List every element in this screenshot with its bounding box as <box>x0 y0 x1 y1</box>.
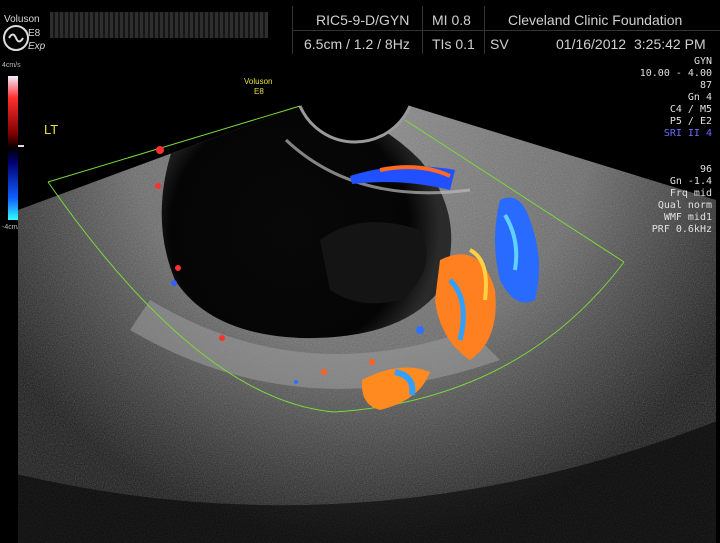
color-gain: Gn -1.4 <box>669 176 712 187</box>
bmode-c-m: C4 / M5 <box>669 104 712 115</box>
color-prf: PRF 0.6kHz <box>651 224 712 235</box>
overlay-brand: Voluson <box>244 77 273 86</box>
ultrasound-image <box>18 105 716 543</box>
sri-label: SRI II 4 <box>663 128 712 139</box>
frequency-range: 10.00 - 4.00 <box>639 68 712 79</box>
overlay-model: E8 <box>254 87 264 96</box>
bmode-gain: Gn 4 <box>687 92 712 103</box>
color-value: 96 <box>699 164 712 175</box>
bmode-value: 87 <box>699 80 712 91</box>
preset-label: GYN <box>693 56 712 67</box>
color-frequency: Frq mid <box>669 188 712 199</box>
color-quality: Qual norm <box>657 200 712 211</box>
bmode-p-e: P5 / E2 <box>669 116 712 127</box>
color-wmf: WMF mid1 <box>663 212 712 223</box>
